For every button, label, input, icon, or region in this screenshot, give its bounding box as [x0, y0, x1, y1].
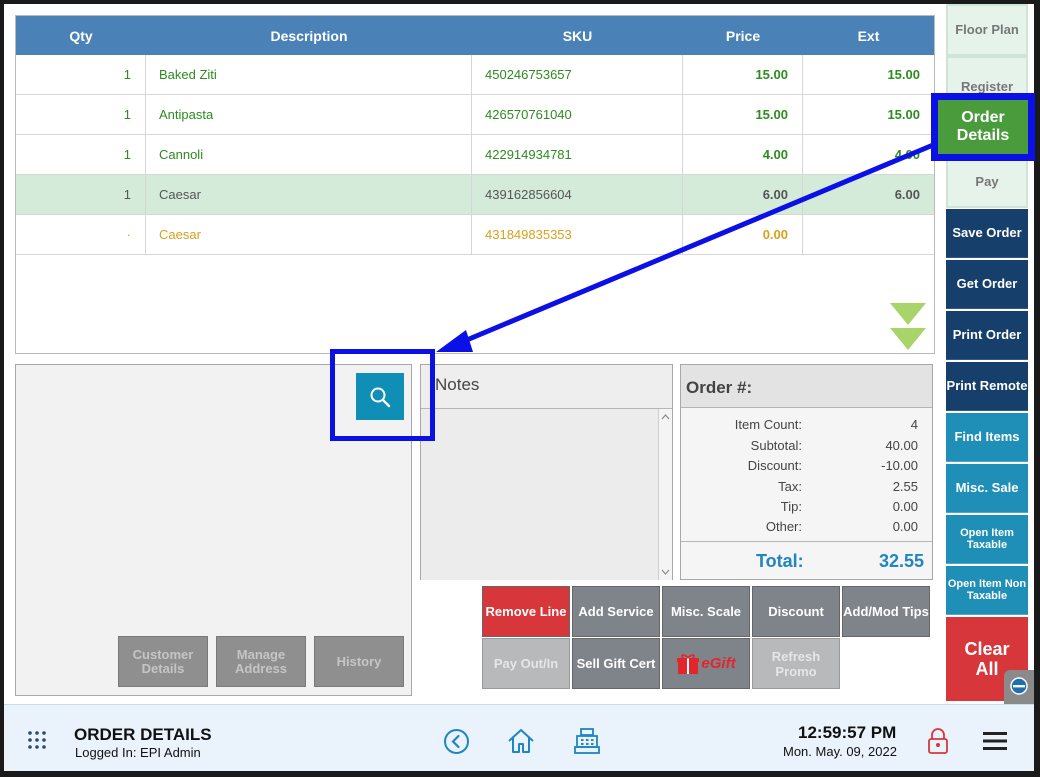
annotation-arrow-icon [436, 137, 946, 352]
order-details-label: Order Details [938, 100, 1028, 154]
annotation-order-details-callout: Order Details [931, 93, 1035, 161]
